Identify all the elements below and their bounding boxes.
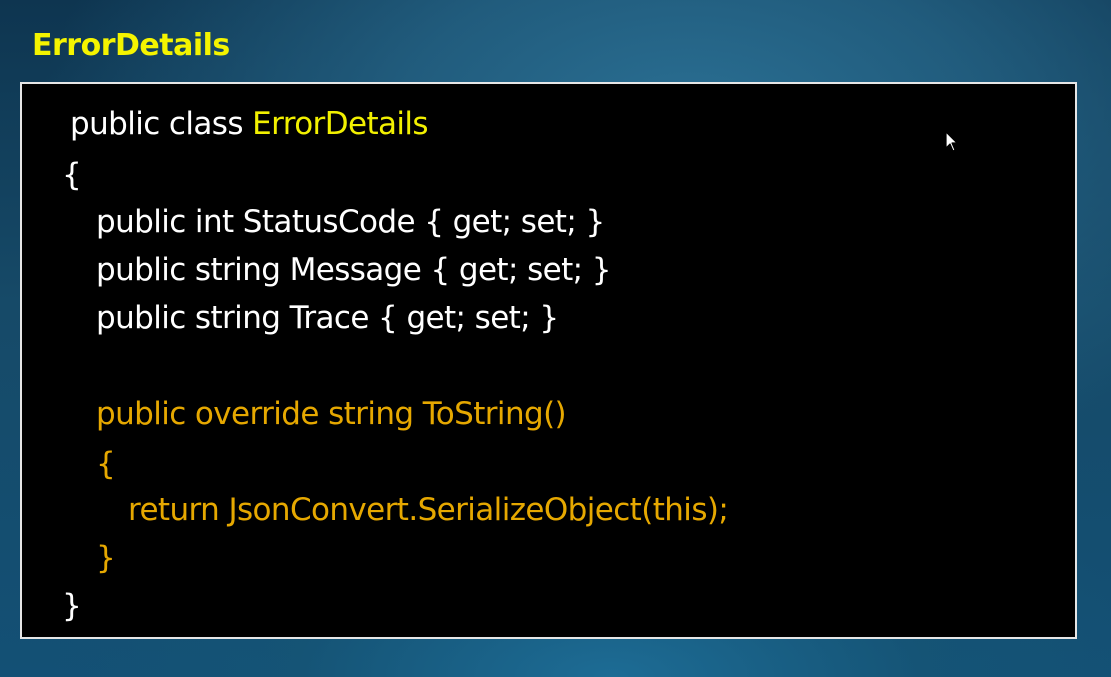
code-line-trace-property: public string Trace { get; set; }: [96, 300, 559, 336]
code-line-class-declaration: public class ErrorDetails: [70, 106, 429, 142]
code-line-method-close-brace: }: [96, 540, 116, 576]
code-line-close-brace: }: [62, 588, 82, 624]
mouse-pointer-icon: [945, 131, 958, 152]
code-line-statuscode-property: public int StatusCode { get; set; }: [96, 204, 605, 240]
code-keyword: public class: [70, 106, 253, 142]
code-block: public class ErrorDetails { public int S…: [20, 82, 1077, 639]
slide-title: ErrorDetails: [32, 28, 230, 63]
code-line-return-statement: return JsonConvert.SerializeObject(this)…: [128, 492, 729, 528]
code-line-method-open-brace: {: [96, 446, 116, 482]
code-line-tostring-method: public override string ToString(): [96, 396, 567, 432]
code-class-name: ErrorDetails: [252, 106, 428, 142]
code-line-message-property: public string Message { get; set; }: [96, 252, 611, 288]
code-line-open-brace: {: [62, 157, 82, 193]
